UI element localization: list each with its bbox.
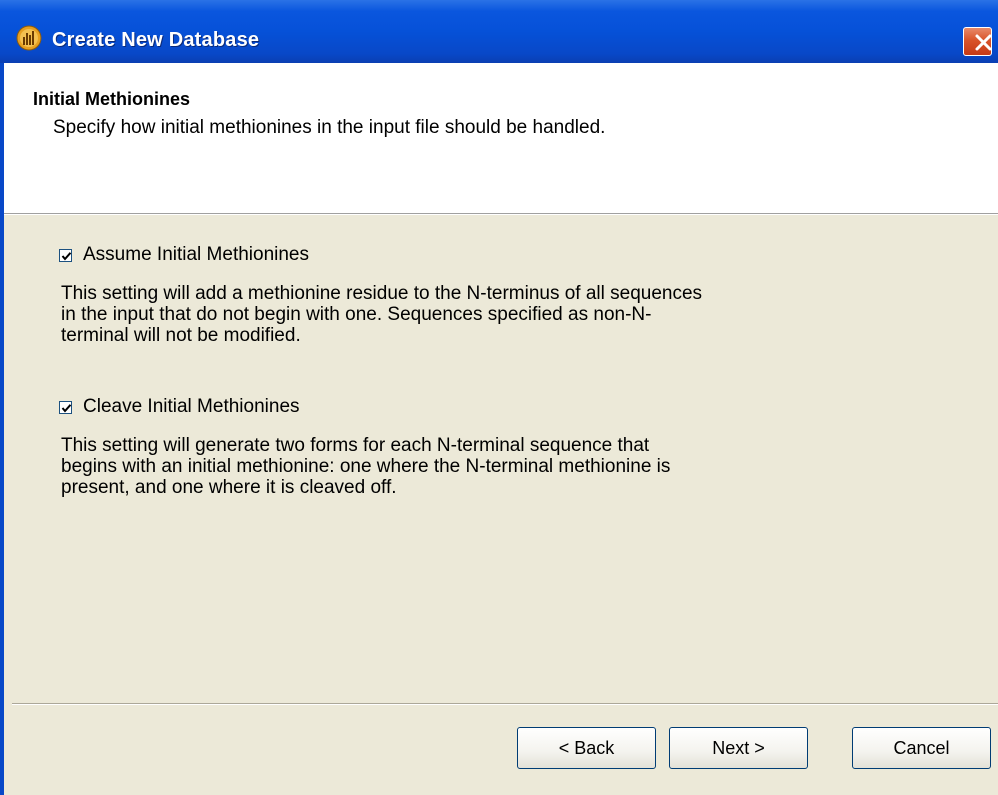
checkmark-icon xyxy=(61,251,72,261)
cleave-methionines-option[interactable]: Cleave Initial Methionines xyxy=(59,396,300,418)
cleave-methionines-checkbox[interactable] xyxy=(59,400,72,414)
footer-separator xyxy=(12,703,998,705)
checkmark-icon xyxy=(61,403,72,413)
cancel-button[interactable]: Cancel xyxy=(852,727,991,769)
page-subtitle: Specify how initial methionines in the i… xyxy=(53,117,606,138)
close-button[interactable] xyxy=(963,27,992,56)
back-button[interactable]: < Back xyxy=(517,727,656,769)
close-icon xyxy=(975,34,992,51)
header-divider xyxy=(4,214,998,215)
assume-methionines-description: This setting will add a methionine resid… xyxy=(61,283,703,346)
create-database-dialog: Create New Database Initial Methionines … xyxy=(0,0,998,795)
assume-methionines-label: Assume Initial Methionines xyxy=(83,244,309,265)
title-bar[interactable]: Create New Database xyxy=(0,0,998,63)
window-title: Create New Database xyxy=(52,29,260,51)
cleave-methionines-label: Cleave Initial Methionines xyxy=(83,396,300,417)
page-title: Initial Methionines xyxy=(33,89,191,109)
next-button[interactable]: Next > xyxy=(669,727,808,769)
cleave-methionines-description: This setting will generate two forms for… xyxy=(61,435,671,498)
app-chart-icon xyxy=(16,25,42,51)
assume-methionines-option[interactable]: Assume Initial Methionines xyxy=(59,244,309,266)
assume-methionines-checkbox[interactable] xyxy=(59,248,72,262)
